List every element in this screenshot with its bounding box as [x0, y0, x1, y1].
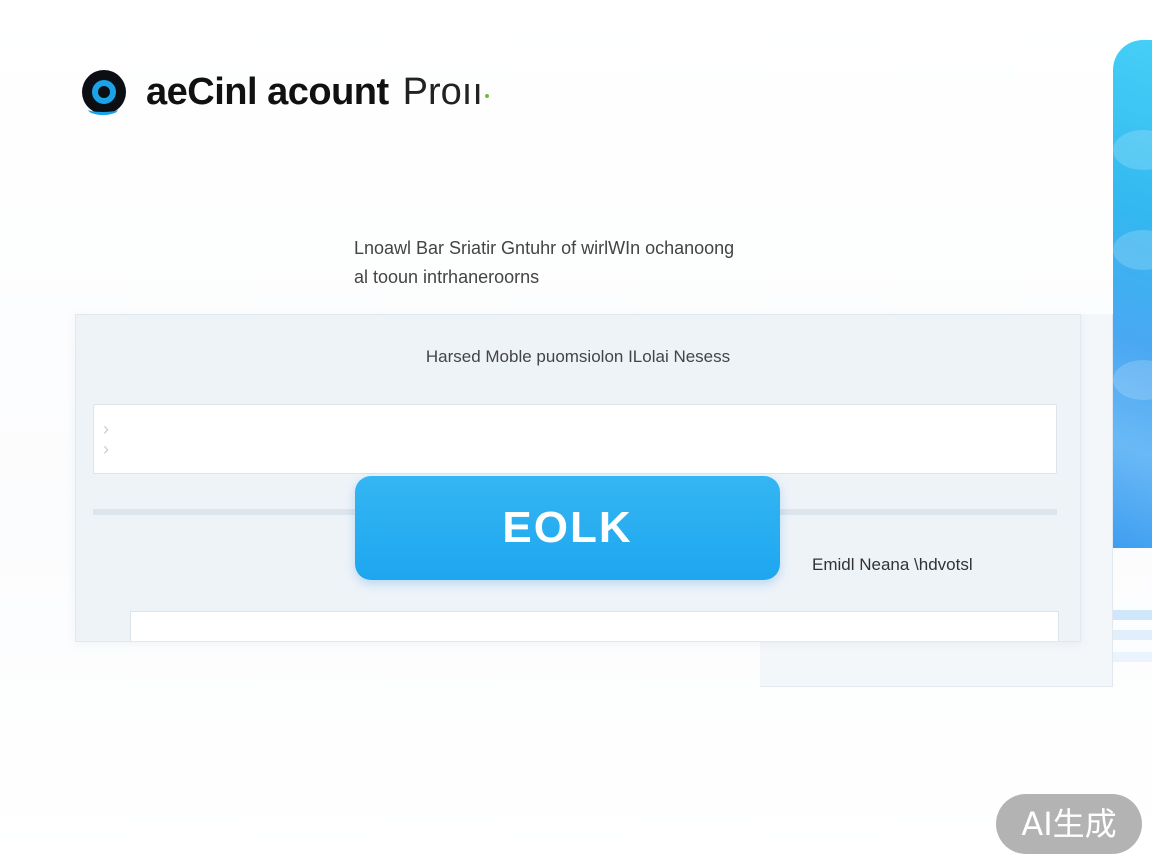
decorative-strip	[1113, 610, 1152, 620]
brand-header: aeCinl acount Proıı	[82, 66, 489, 118]
decorative-side-panel	[1113, 40, 1152, 548]
brand-dot-icon	[484, 94, 489, 98]
intro-line-2: al tooun intrhaneroorns	[354, 267, 540, 287]
chevron-right-icon: › ›	[103, 419, 109, 459]
decorative-strip	[1113, 630, 1152, 640]
mobile-field-label: Harsed Moble puomsiolon ILolai Nesess	[425, 347, 731, 366]
ai-generated-badge: AI生成	[996, 794, 1142, 854]
mobile-input[interactable]	[93, 404, 1057, 474]
page: aeCinl acount Proıı Lnoawl Bar Sriatir G…	[0, 0, 1152, 864]
brand-subtitle: Proıı	[402, 70, 483, 113]
brand-title: aeCinl acount	[146, 70, 389, 113]
email-input[interactable]	[130, 611, 1059, 641]
card-side-column	[1079, 314, 1113, 686]
decorative-strip	[1113, 652, 1152, 662]
card-extension	[760, 636, 1113, 687]
email-field-label: Emidl Neana \hdvotsl	[812, 555, 973, 574]
intro-text: Lnoawl Bar Sriatir Gntuhr of wirlWIn och…	[354, 234, 814, 292]
primary-submit-button[interactable]: EOLK	[355, 476, 780, 580]
intro-line-1: Lnoawl Bar Sriatir Gntuhr of wirlWIn och…	[354, 238, 735, 258]
eye-logo-icon	[82, 70, 126, 115]
